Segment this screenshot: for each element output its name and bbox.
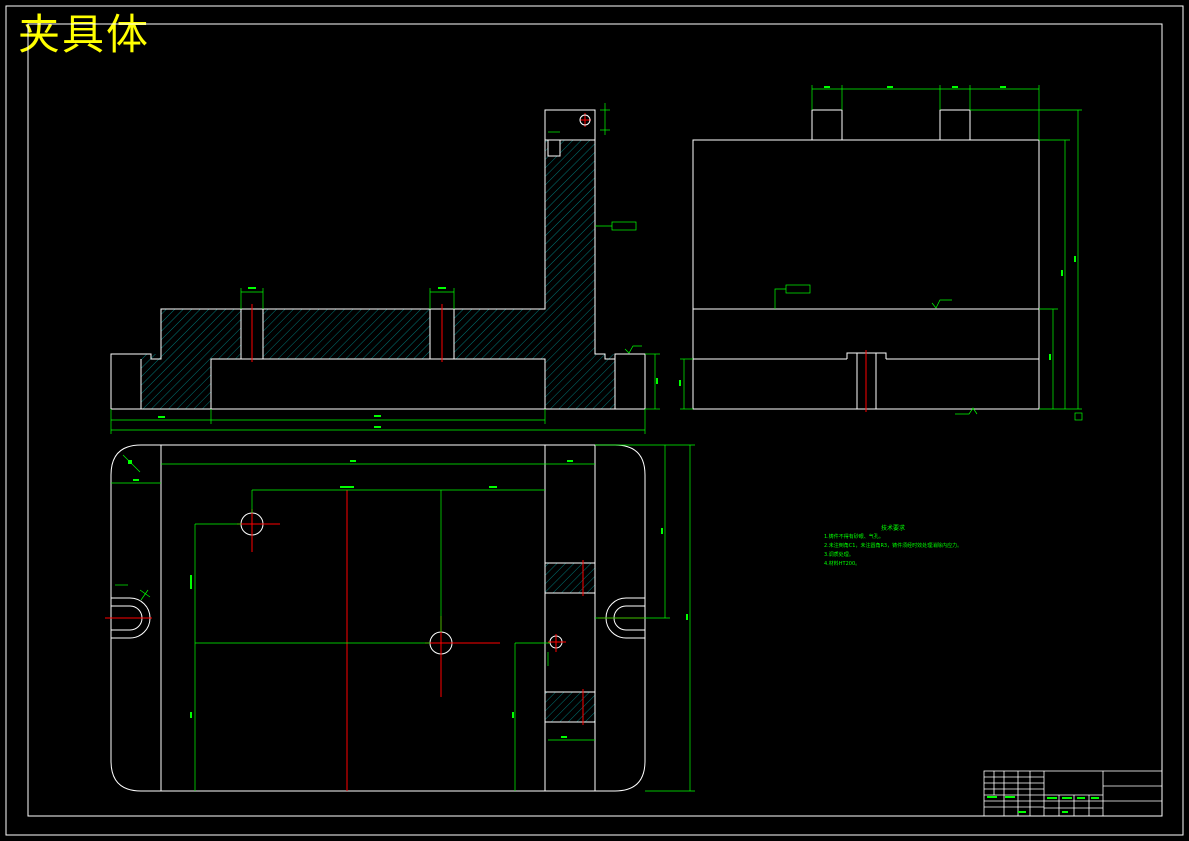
note-line: 1.铸件不得有砂眼、气孔。 [824, 534, 884, 540]
section-hatch [141, 110, 615, 409]
cad-drawing [5, 5, 1184, 836]
side-view [679, 85, 1083, 421]
title-block [983, 770, 1163, 817]
note-line: 2.未注倒角C1，未注圆角R3，铸件须经时效处理消除内应力。 [824, 543, 963, 549]
top-plan-view [105, 444, 695, 792]
side-dimensions [680, 85, 1083, 421]
notes-heading: 技术要求 [881, 525, 906, 532]
note-line: 3.调质处理。 [824, 552, 854, 558]
note-line: 4.材料HT200。 [824, 561, 861, 567]
technical-requirements: 技术要求 1.铸件不得有砂眼、气孔。 2.未注倒角C1，未注圆角R3，铸件须经时… [824, 524, 962, 569]
top-dimensions [111, 444, 695, 792]
front-section-view [110, 103, 660, 434]
